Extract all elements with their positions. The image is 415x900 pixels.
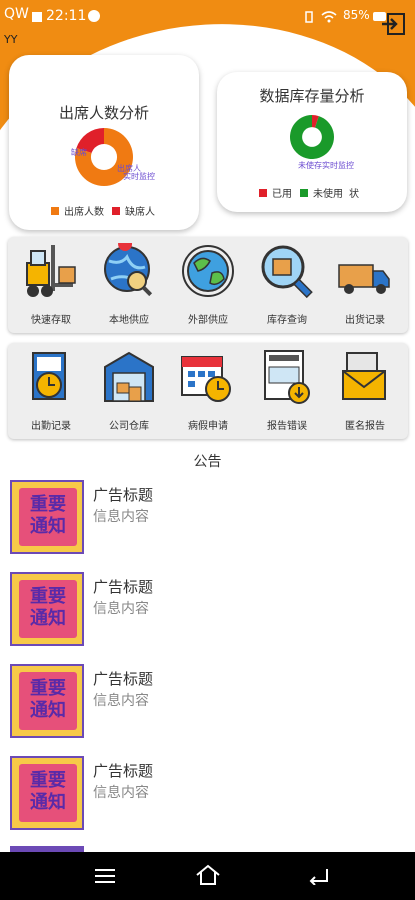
legend-swatch — [300, 188, 308, 197]
tile-label: 出货记录 — [345, 315, 385, 326]
notice-item-content: 信息内容 — [93, 693, 149, 709]
storage-chart-card[interactable]: 数据库存量分析 未使存实时监控 已用 未使用 状 — [217, 72, 407, 212]
notice-item[interactable]: 重要 通知 广告标题 信息内容 — [10, 756, 410, 831]
notice-item[interactable]: 重要 通知 广告标题 信息内容 — [10, 572, 410, 647]
thumb-text: 重要 — [30, 678, 66, 699]
notice-item-content: 信息内容 — [93, 785, 149, 801]
status-bar: QW 22:11 85% — [0, 0, 415, 34]
thumb-text: 通知 — [30, 608, 66, 629]
legend-label: 未使用 — [313, 189, 343, 200]
back-icon[interactable] — [307, 867, 329, 885]
tile-label: 外部供应 — [188, 315, 228, 326]
function-grid-top: 快速存取 本地供应 外部供应 库存查询 出货记录 — [8, 237, 408, 333]
menu-icon[interactable] — [94, 868, 116, 884]
tile-label: 病假申请 — [188, 421, 228, 432]
notice-thumbnail: 重要 通知 — [10, 572, 84, 646]
tile-label: 快速存取 — [31, 315, 71, 326]
clock: 22:11 — [46, 8, 87, 24]
tile-label: 公司仓库 — [109, 421, 149, 432]
notice-item-content: 信息内容 — [93, 601, 149, 617]
legend-label: 缺席人 — [125, 207, 155, 218]
legend-label: 出席人数 — [64, 207, 104, 218]
notice-thumbnail: 重要 通知 — [10, 664, 84, 738]
notice-item-title: 广告标题 — [93, 762, 154, 780]
pie-hole — [302, 127, 322, 147]
magnifier-box-icon — [261, 245, 313, 299]
envelope-icon — [342, 352, 386, 400]
thumb-text: 通知 — [30, 700, 66, 721]
chart-legend: 已用 未使用 状 — [255, 185, 359, 200]
carrier-label: QW — [4, 6, 29, 22]
tile-label: 报告错误 — [267, 421, 307, 432]
storage-pie — [290, 115, 334, 159]
notice-item-title: 广告标题 — [93, 578, 154, 596]
home-icon[interactable] — [195, 864, 221, 886]
notice-item-title: 广告标题 — [93, 486, 154, 504]
app-screen: QW 22:11 85% YY 出席人数分析 缺席 出席人 实时监控 出席人数 … — [0, 0, 415, 900]
thumb-text: 通知 — [30, 516, 66, 537]
notice-item-content: 信息内容 — [93, 509, 149, 525]
tile-label: 出勤记录 — [31, 421, 71, 432]
invoice-icon — [264, 350, 310, 404]
wifi-icon — [321, 11, 337, 23]
chart-title: 出席人数分析 — [58, 104, 149, 122]
pie-hole — [90, 143, 118, 171]
battery-level: 85% — [343, 8, 370, 22]
earth-icon — [182, 245, 234, 297]
forklift-icon — [26, 245, 76, 297]
tile-label: 本地供应 — [109, 315, 149, 326]
notice-item-title: 广告标题 — [93, 670, 154, 688]
leaf-icon — [88, 10, 100, 22]
legend-label: 状 — [349, 189, 359, 200]
vibrate-icon — [305, 11, 313, 23]
pie-label: 缺席 — [71, 148, 87, 157]
globe-pin-icon — [104, 243, 153, 297]
notice-item[interactable]: 重要 通知 广告标题 信息内容 — [10, 664, 410, 739]
tile-label: 库存查询 — [267, 315, 307, 326]
legend-swatch — [259, 188, 267, 197]
thumb-text: 重要 — [30, 494, 66, 515]
legend-label: 已用 — [272, 189, 292, 200]
notice-heading: 公告 — [193, 454, 222, 470]
truck-icon — [338, 264, 390, 294]
function-grid-bottom: 出勤记录 公司仓库 病假申请 报告错误 匿名报告 — [8, 343, 408, 439]
legend-swatch — [51, 206, 59, 215]
notification-icon — [32, 12, 42, 22]
notice-thumbnail: 重要 通知 — [10, 480, 84, 554]
warehouse-icon — [104, 351, 154, 402]
system-nav-bar — [0, 852, 415, 900]
chart-title: 数据库存量分析 — [259, 87, 365, 105]
clock-clipboard-icon — [32, 352, 66, 400]
thumb-text: 通知 — [30, 792, 66, 813]
attendance-chart-card[interactable]: 出席人数分析 缺席 出席人 实时监控 出席人数 缺席人 — [9, 55, 199, 230]
notice-item[interactable]: 重要 通知 广告标题 信息内容 — [10, 480, 410, 555]
tile-label: 匿名报告 — [345, 421, 385, 432]
chart-legend: 出席人数 缺席人 — [47, 203, 155, 218]
legend-swatch — [112, 206, 120, 215]
pie-label: 实时监控 — [123, 172, 155, 181]
calendar-clock-icon — [181, 356, 231, 402]
thumb-text: 重要 — [30, 586, 66, 607]
user-name: YY — [4, 33, 18, 46]
notice-thumbnail: 重要 通知 — [10, 756, 84, 830]
thumb-text: 重要 — [30, 770, 66, 791]
logout-icon[interactable] — [380, 10, 408, 38]
pie-label: 未使存实时监控 — [298, 161, 354, 170]
